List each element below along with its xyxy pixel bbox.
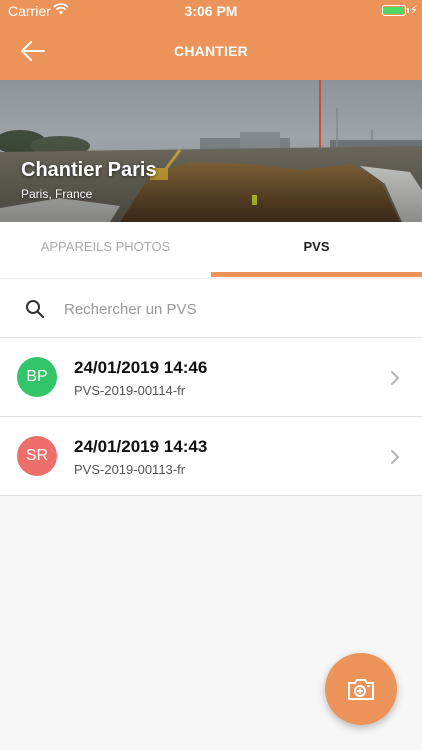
pvs-date: 24/01/2019 14:46 [74,358,208,377]
list-item[interactable]: BP 24/01/2019 14:46 PVS-2019-00114-fr [0,338,422,417]
chevron-right-icon [391,450,399,464]
tab-appareils-photos[interactable]: APPAREILS PHOTOS [0,222,211,278]
site-location: Paris, France [21,187,93,201]
battery-icon [382,5,406,16]
add-pvs-button[interactable] [325,653,397,725]
avatar: BP [17,357,57,397]
tab-bar: APPAREILS PHOTOS PVS [0,222,422,278]
site-banner: Chantier Paris Paris, France [0,80,422,222]
active-tab-indicator [211,272,422,277]
status-bar: Carrier 3:06 PM ⚡ [0,0,422,22]
pvs-date: 24/01/2019 14:43 [74,437,208,456]
nav-bar: CHANTIER [0,22,422,80]
add-photo-icon [348,679,374,700]
list-item[interactable]: SR 24/01/2019 14:43 PVS-2019-00113-fr [0,417,422,496]
charging-icon: ⚡ [409,3,418,17]
pvs-list: BP 24/01/2019 14:46 PVS-2019-00114-fr SR… [0,338,422,496]
page-title: CHANTIER [174,43,248,59]
search-icon [25,299,45,324]
tab-pvs[interactable]: PVS [211,222,422,278]
avatar: SR [17,436,57,476]
pvs-reference: PVS-2019-00114-fr [74,383,186,398]
chevron-right-icon [391,371,399,385]
search-bar [0,278,422,338]
site-name: Chantier Paris [21,159,157,181]
pvs-reference: PVS-2019-00113-fr [74,462,186,477]
search-input[interactable] [64,295,394,323]
status-time: 3:06 PM [184,3,238,19]
